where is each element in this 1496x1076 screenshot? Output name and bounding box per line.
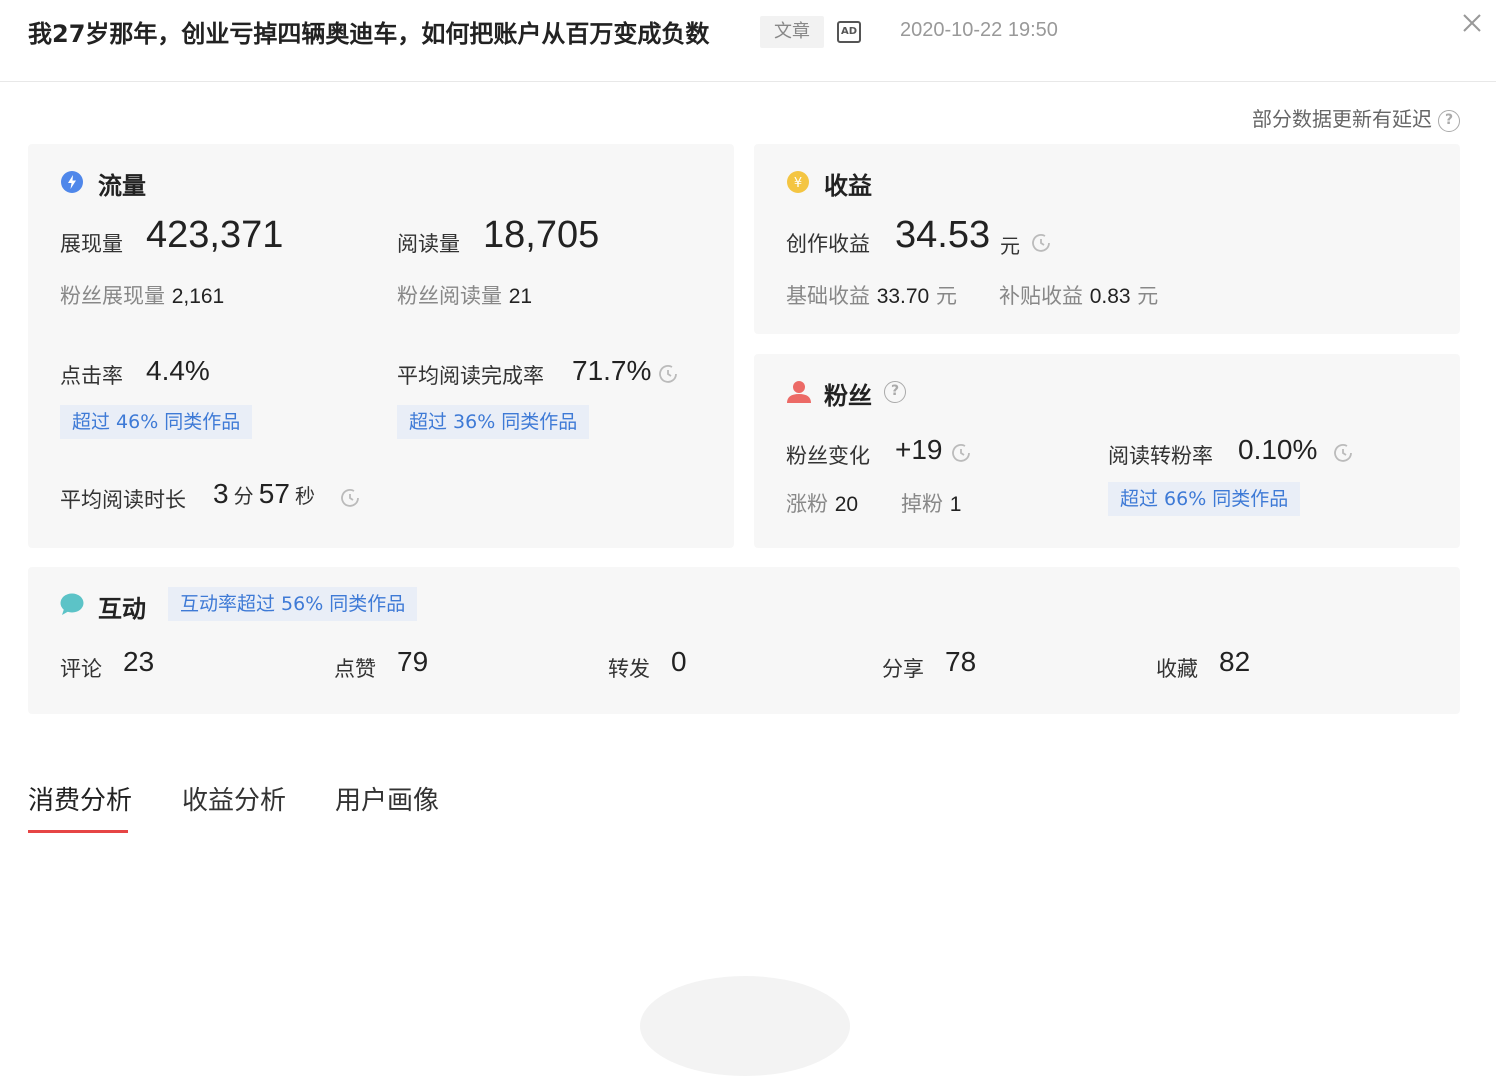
fans-gain-label: 涨粉	[786, 492, 828, 516]
article-title: 我27岁那年，创业亏掉四辆奥迪车，如何把账户从百万变成负数	[28, 20, 710, 48]
interaction-item: 收藏 82	[1156, 645, 1396, 685]
avg-time-sec: 57	[258, 478, 290, 509]
conv-rate-label: 阅读转粉率	[1108, 444, 1213, 468]
clock-icon[interactable]	[1030, 232, 1052, 254]
subsidy-income-value: 0.83	[1089, 285, 1131, 308]
base-income-label: 基础收益	[786, 284, 870, 308]
fans-title: 粉丝	[824, 382, 872, 410]
yuan-coin-icon: ¥	[787, 171, 809, 193]
fan-reads: 粉丝阅读量 21	[397, 280, 532, 310]
ad-icon: AD	[837, 21, 861, 43]
base-income-unit: 元	[935, 284, 957, 308]
publish-time: 2020-10-22 19:50	[900, 19, 1058, 41]
fan-impressions: 粉丝展现量 2,161	[60, 280, 224, 310]
completion-label: 平均阅读完成率	[397, 364, 544, 388]
income-card: ¥ 收益 创作收益 34.53 元 基础收益 33.70 元 补贴收益 0.83…	[754, 144, 1460, 334]
tab-consumption-analysis[interactable]: 消费分析	[28, 780, 132, 817]
fans-card: 粉丝 ? 粉丝变化 +19 阅读转粉率 0.10% 涨粉 20 掉粉 1 超过 …	[754, 354, 1460, 548]
fans-gain: 涨粉 20	[786, 488, 858, 518]
completion-value: 71.7%	[572, 355, 652, 386]
fans-gain-value: 20	[834, 493, 859, 516]
user-icon	[787, 381, 811, 403]
svg-text:¥: ¥	[794, 176, 802, 191]
interaction-item: 分享 78	[882, 645, 1122, 685]
creation-income-label: 创作收益	[786, 232, 870, 256]
interaction-value: 78	[945, 646, 977, 677]
help-icon[interactable]: ?	[1438, 110, 1460, 132]
avg-time-label: 平均阅读时长	[60, 488, 186, 512]
conv-rate-value: 0.10%	[1238, 434, 1318, 465]
avg-time-value: 3 分 57 秒	[213, 478, 315, 510]
clock-icon[interactable]	[657, 363, 679, 385]
conv-rate-badge: 超过 66% 同类作品	[1108, 482, 1301, 516]
fan-impressions-value: 2,161	[171, 285, 225, 308]
subsidy-income-label: 补贴收益	[999, 284, 1083, 308]
interaction-item: 点赞 79	[334, 645, 574, 685]
traffic-card: 流量 展现量 423,371 阅读量 18,705 粉丝展现量 2,161 粉丝…	[28, 144, 734, 548]
tab-user-profile[interactable]: 用户画像	[335, 780, 439, 817]
active-tab-underline	[28, 830, 128, 833]
fans-loss-value: 1	[949, 493, 962, 516]
interaction-label: 收藏	[1156, 657, 1198, 681]
impressions-value: 423,371	[146, 214, 284, 256]
fan-reads-label: 粉丝阅读量	[397, 284, 502, 308]
data-delay-note: 部分数据更新有延迟?	[1180, 103, 1460, 132]
chat-bubble-icon	[60, 593, 84, 615]
fans-change-value: +19	[895, 434, 943, 465]
subsidy-income: 补贴收益 0.83 元	[999, 280, 1158, 310]
clock-icon[interactable]	[1332, 442, 1354, 464]
fans-change-label: 粉丝变化	[786, 444, 870, 468]
subsidy-income-unit: 元	[1137, 284, 1159, 308]
fans-loss: 掉粉 1	[901, 488, 961, 518]
base-income-value: 33.70	[876, 285, 930, 308]
fans-loss-label: 掉粉	[901, 492, 943, 516]
creation-income-unit: 元	[1000, 234, 1020, 258]
ctr-badge: 超过 46% 同类作品	[60, 405, 253, 439]
data-delay-text: 部分数据更新有延迟	[1252, 107, 1432, 131]
interaction-item: 评论 23	[60, 645, 300, 685]
interaction-value: 82	[1219, 646, 1251, 677]
income-title: 收益	[824, 172, 872, 200]
header-bar: 我27岁那年，创业亏掉四辆奥迪车，如何把账户从百万变成负数 文章 AD 2020…	[0, 0, 1496, 82]
clock-icon[interactable]	[950, 442, 972, 464]
loading-placeholder	[640, 976, 850, 1076]
interaction-label: 点赞	[334, 657, 376, 681]
interaction-label: 分享	[882, 657, 924, 681]
creation-income-value: 34.53	[895, 214, 991, 256]
traffic-title: 流量	[98, 172, 146, 200]
interaction-value: 79	[397, 646, 429, 677]
interaction-badge: 互动率超过 56% 同类作品	[168, 587, 418, 621]
interaction-label: 评论	[60, 657, 102, 681]
base-income: 基础收益 33.70 元	[786, 280, 957, 310]
impressions-label: 展现量	[60, 232, 123, 256]
interaction-value: 23	[123, 646, 155, 677]
interaction-card: 互动 互动率超过 56% 同类作品 评论 23 点赞 79 转发 0 分享 78…	[28, 567, 1460, 714]
lightning-icon	[61, 171, 83, 193]
sec-unit: 秒	[295, 484, 316, 508]
reads-value: 18,705	[483, 214, 600, 256]
ctr-label: 点击率	[60, 364, 123, 388]
completion-badge: 超过 36% 同类作品	[397, 405, 590, 439]
help-icon[interactable]: ?	[884, 381, 906, 403]
ctr-value: 4.4%	[146, 355, 210, 386]
interaction-value: 0	[671, 646, 687, 677]
reads-label: 阅读量	[397, 232, 460, 256]
close-icon[interactable]	[1459, 10, 1485, 36]
interaction-title: 互动	[98, 595, 146, 623]
interaction-item: 转发 0	[608, 645, 848, 685]
interaction-label: 转发	[608, 657, 650, 681]
tab-income-analysis[interactable]: 收益分析	[182, 780, 286, 817]
type-tag: 文章	[760, 16, 824, 48]
avg-time-min: 3	[213, 478, 229, 509]
clock-icon[interactable]	[339, 487, 361, 509]
fan-reads-value: 21	[508, 285, 533, 308]
min-unit: 分	[233, 484, 254, 508]
fan-impressions-label: 粉丝展现量	[60, 284, 165, 308]
